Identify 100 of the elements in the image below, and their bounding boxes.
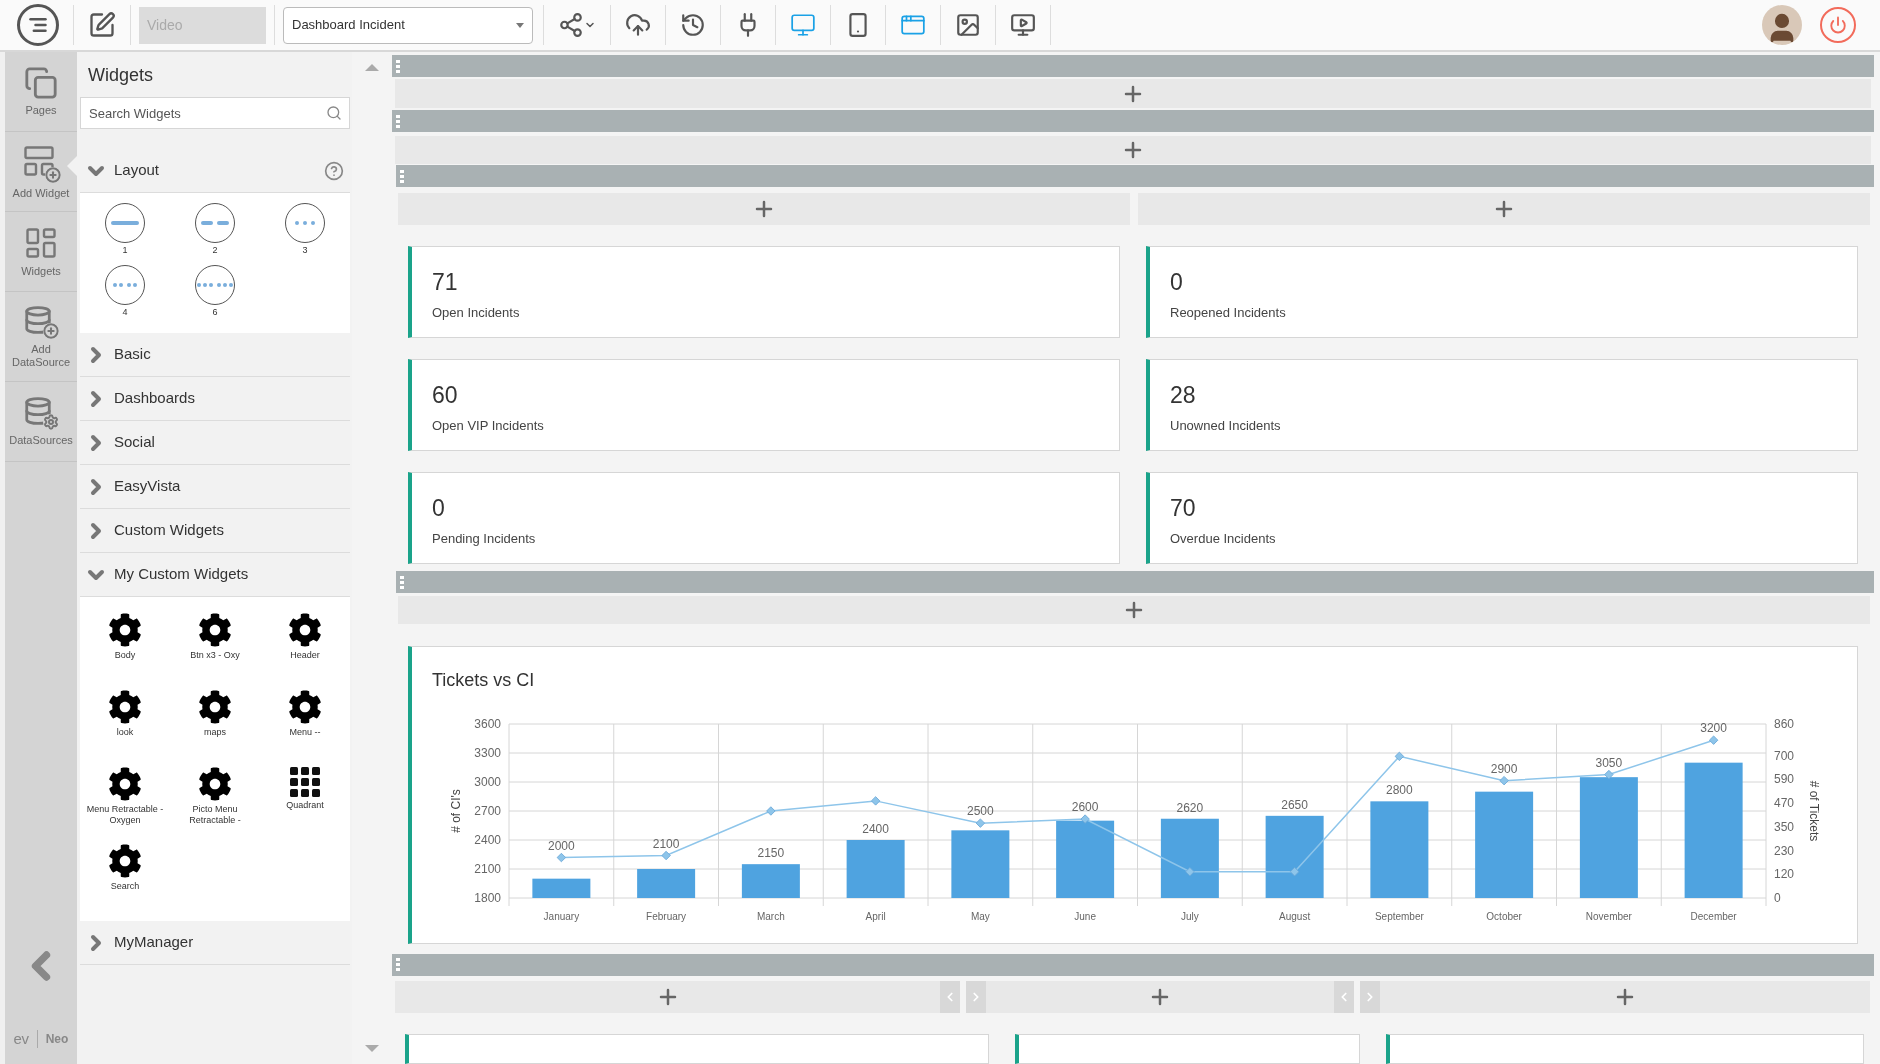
chart-bar — [846, 840, 905, 898]
custom-widget-item[interactable]: Header — [260, 605, 350, 682]
logout-button[interactable] — [1820, 7, 1856, 43]
axis-tick-label: July — [1181, 911, 1199, 922]
chart-point — [1499, 776, 1509, 786]
logo-mark: ev — [13, 1028, 29, 1049]
section-bar[interactable] — [396, 571, 1874, 594]
chart-point — [1080, 814, 1090, 824]
gear-icon — [108, 690, 142, 724]
section-bar[interactable] — [392, 110, 1874, 133]
custom-widget-item[interactable]: Picto Menu Retractable - — [170, 759, 260, 836]
add-widget-icon — [21, 143, 61, 183]
layout-option-icon — [195, 265, 235, 305]
axis-tick-label: 0 — [1774, 891, 1781, 905]
add-widget-zone[interactable] — [395, 79, 1871, 109]
custom-widget-item[interactable]: Search — [80, 836, 170, 913]
add-widget-zone[interactable] — [1138, 193, 1870, 226]
custom-widget-item[interactable]: maps — [170, 682, 260, 759]
kpi-value: 70 — [1170, 495, 1196, 522]
pages-icon — [24, 66, 58, 100]
axis-tick-label: 230 — [1774, 844, 1795, 859]
database-settings-icon — [23, 396, 59, 430]
user-avatar[interactable] — [1762, 5, 1802, 45]
data-label: 2900 — [1490, 761, 1518, 776]
layout-option[interactable]: 6 — [170, 263, 260, 325]
section-header[interactable]: Custom Widgets — [80, 509, 350, 553]
layout-option[interactable]: 3 — [260, 201, 350, 263]
section-header[interactable]: Basic — [80, 333, 350, 377]
kpi-label: Unowned Incidents — [1170, 417, 1281, 436]
gear-icon — [108, 767, 142, 801]
edit-button[interactable] — [88, 11, 116, 39]
drag-handle-icon[interactable] — [396, 59, 400, 73]
axis-tick-label: February — [646, 911, 687, 922]
custom-widget-item[interactable]: Body — [80, 605, 170, 682]
section-header[interactable]: Dashboards — [80, 377, 350, 421]
drag-handle-icon[interactable] — [400, 169, 404, 183]
add-database-icon — [23, 304, 59, 339]
section-header[interactable]: EasyVista — [80, 465, 350, 509]
kpi-value: 0 — [432, 495, 445, 522]
axis-tick-label: 120 — [1774, 866, 1795, 881]
move-right-button[interactable] — [966, 981, 986, 1013]
custom-widget-item[interactable]: Menu Retractable - Oxygen — [80, 759, 170, 836]
axis-tick-label: April — [865, 911, 886, 922]
kpi-value: 28 — [1170, 382, 1196, 409]
dropdown-caret-icon — [516, 22, 524, 28]
chart-point — [556, 852, 566, 863]
axis-tick-label: 3600 — [474, 717, 501, 731]
gear-icon — [288, 613, 322, 647]
axis-tick-label: May — [970, 911, 990, 922]
add-widget-zone[interactable] — [398, 193, 1130, 226]
drag-handle-icon[interactable] — [396, 958, 400, 972]
data-label: 3200 — [1700, 721, 1727, 736]
chart-bar — [637, 869, 696, 898]
axis-tick-label: March — [757, 911, 785, 922]
custom-widget-item[interactable]: look — [80, 682, 170, 759]
drag-handle-icon[interactable] — [400, 575, 404, 589]
search-field[interactable]: Search Widgets — [80, 97, 350, 129]
power-icon — [1829, 16, 1847, 34]
layout-option[interactable]: 2 — [170, 201, 260, 263]
scroll-down-icon[interactable] — [365, 1045, 379, 1052]
axis-tick-label: 2100 — [474, 862, 501, 876]
dashboard-select[interactable]: Dashboard Incident — [283, 6, 533, 44]
section-header[interactable]: MyManager — [80, 921, 350, 965]
custom-widget-item[interactable]: Btn x3 - Oxy — [170, 605, 260, 682]
custom-widget-item[interactable]: Menu -- — [260, 682, 350, 759]
scroll-up-icon[interactable] — [365, 64, 379, 71]
chart-point — [1709, 735, 1719, 745]
data-label: 2650 — [1281, 797, 1308, 812]
drag-handle-icon[interactable] — [396, 115, 400, 128]
section-header[interactable]: Social — [80, 421, 350, 465]
add-widget-zone[interactable] — [395, 136, 1871, 165]
move-right-button[interactable] — [1360, 981, 1380, 1013]
kpi-label: Pending Incidents — [432, 530, 536, 549]
data-label: 2400 — [862, 822, 889, 836]
kpi-value: 60 — [432, 382, 458, 409]
search-icon — [326, 105, 342, 121]
layout-option[interactable]: 4 — [80, 263, 170, 325]
custom-widget-item[interactable]: Quadrant — [260, 759, 350, 836]
layout-option-icon — [105, 203, 145, 243]
axis-tick-label: 1800 — [474, 891, 501, 905]
data-label: 2600 — [1071, 800, 1099, 815]
section-bar[interactable] — [396, 165, 1874, 188]
edit-icon — [88, 11, 116, 39]
cloud-upload-icon — [625, 12, 651, 38]
kpi-label: Overdue Incidents — [1170, 530, 1276, 549]
axis-tick-label: January — [543, 911, 580, 922]
move-left-button[interactable] — [1334, 981, 1354, 1013]
data-label: 2800 — [1386, 783, 1413, 798]
move-left-button[interactable] — [940, 981, 960, 1013]
axis-label: # of Tickets — [1807, 780, 1821, 842]
axis-tick-label: 700 — [1774, 749, 1795, 764]
chart-title: Tickets vs CI — [432, 669, 535, 692]
monitor-icon — [790, 12, 816, 38]
axis-tick-label: October — [1486, 911, 1522, 922]
layout-option[interactable]: 1 — [80, 201, 170, 263]
menu-button[interactable] — [17, 4, 59, 46]
panel-title: Widgets — [88, 64, 154, 87]
axis-tick-label: 2700 — [474, 804, 501, 818]
help-icon[interactable] — [324, 160, 344, 181]
data-label: 2000 — [548, 838, 575, 853]
